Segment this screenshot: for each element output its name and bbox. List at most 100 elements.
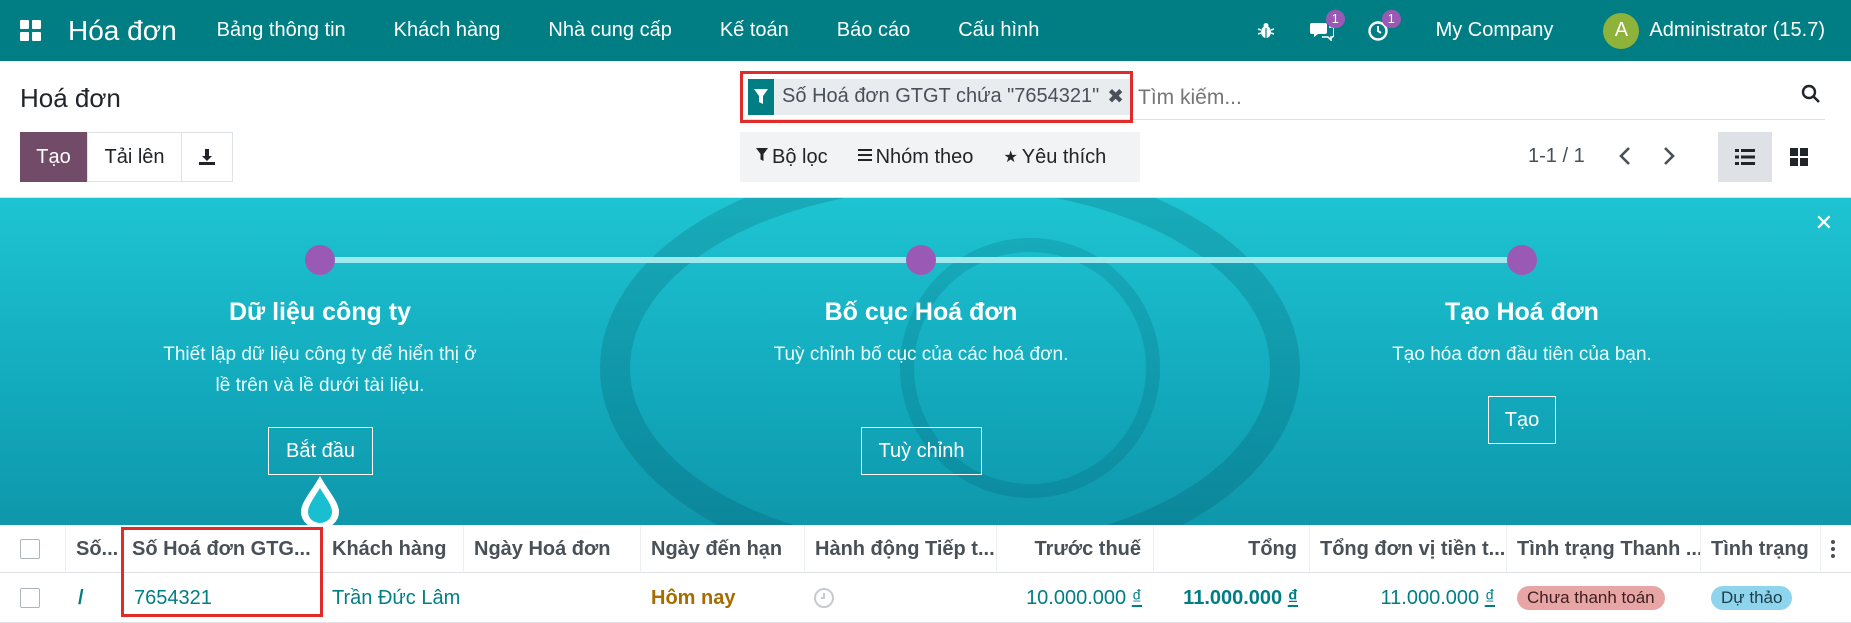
- column-untaxed[interactable]: Trước thuế: [997, 525, 1154, 573]
- search-icon[interactable]: [1801, 84, 1821, 109]
- cell-invoice-date[interactable]: [464, 573, 641, 623]
- column-number[interactable]: Số...: [66, 525, 122, 573]
- filters-label: Bộ lọc: [772, 145, 828, 168]
- column-total[interactable]: Tổng: [1154, 525, 1310, 573]
- step-1-dot: [305, 245, 335, 275]
- row-select: [0, 573, 66, 623]
- favorites-dropdown[interactable]: ★ Yêu thích: [1003, 146, 1106, 169]
- column-payment-status[interactable]: Tình trạng Thanh ...: [1507, 525, 1701, 573]
- currency-symbol: ₫: [1131, 586, 1142, 609]
- row-checkbox[interactable]: [20, 588, 40, 608]
- user-avatar[interactable]: A: [1603, 12, 1640, 49]
- onboarding-step-company: Dữ liệu công ty Thiết lập dữ liệu công t…: [155, 298, 485, 401]
- control-panel: Hoá đơn Tạo Tải lên Số Hoá đơn GTGT chứa…: [0, 61, 1851, 198]
- messages-icon[interactable]: 1: [1294, 0, 1350, 61]
- menu-dashboard[interactable]: Bảng thông tin: [217, 19, 346, 42]
- customize-button[interactable]: Tuỳ chỉnh: [861, 427, 982, 475]
- step-description: Thiết lập dữ liệu công ty để hiển thị ở …: [163, 344, 477, 396]
- cell-due-date[interactable]: Hôm nay: [641, 573, 805, 623]
- step-3-dot: [1507, 245, 1537, 275]
- step-description: Tạo hóa đơn đầu tiên của bạn.: [1392, 344, 1652, 365]
- step-title[interactable]: Tạo Hoá đơn: [1357, 298, 1687, 327]
- currency-symbol: ₫: [1484, 586, 1495, 609]
- menu-customers[interactable]: Khách hàng: [394, 19, 501, 42]
- favorites-label: Yêu thích: [1021, 145, 1107, 168]
- cell-number[interactable]: /: [66, 573, 122, 623]
- cell-total-currency[interactable]: 11.000.000 ₫: [1310, 573, 1507, 623]
- step-title[interactable]: Dữ liệu công ty: [155, 298, 485, 327]
- kanban-view-button[interactable]: [1772, 132, 1826, 182]
- column-next-activity[interactable]: Hành động Tiếp t...: [805, 525, 997, 573]
- cell-status[interactable]: Dự thảo: [1701, 573, 1821, 623]
- debug-bug-icon[interactable]: [1238, 0, 1294, 61]
- cell-customer[interactable]: Trần Đức Lâm: [322, 573, 464, 623]
- facet-remove-icon[interactable]: ✖: [1107, 84, 1124, 109]
- page-title: Hoá đơn: [20, 83, 121, 113]
- filter-icon: [756, 147, 768, 167]
- list-view-icon: [1735, 149, 1755, 165]
- column-due-date[interactable]: Ngày đến hạn: [641, 525, 805, 573]
- optional-columns-icon[interactable]: [1821, 525, 1851, 573]
- pager-previous-icon[interactable]: [1610, 141, 1640, 171]
- total-amount: 11.000.000: [1183, 586, 1283, 609]
- water-drop-icon: [301, 476, 339, 525]
- cell-total[interactable]: 11.000.000 ₫: [1154, 573, 1310, 623]
- create-invoice-button[interactable]: Tạo: [1488, 396, 1556, 444]
- search-bar: Số Hoá đơn GTGT chứa "7654321" ✖: [740, 70, 1825, 123]
- onboarding-banner: ✕ Dữ liệu công ty Thiết lập dữ liệu công…: [0, 198, 1851, 525]
- untaxed-amount: 10.000.000: [1026, 586, 1127, 609]
- select-all-column: [0, 525, 66, 573]
- search-facet: Số Hoá đơn GTGT chứa "7654321" ✖: [774, 78, 1130, 115]
- menu-vendors[interactable]: Nhà cung cấp: [548, 19, 671, 42]
- filter-facet-icon: [748, 78, 775, 115]
- list-view-button[interactable]: [1718, 132, 1772, 182]
- download-button[interactable]: [181, 132, 233, 182]
- step-2-dot: [906, 245, 936, 275]
- activities-clock-icon[interactable]: 1: [1350, 0, 1406, 61]
- menu-configuration[interactable]: Cấu hình: [958, 19, 1039, 42]
- search-facet-highlight: Số Hoá đơn GTGT chứa "7654321" ✖: [740, 70, 1133, 123]
- activities-badge: 1: [1381, 10, 1401, 28]
- cell-untaxed[interactable]: 10.000.000 ₫: [997, 573, 1154, 623]
- filters-dropdown[interactable]: Bộ lọc: [756, 146, 828, 169]
- banner-close-icon[interactable]: ✕: [1815, 210, 1833, 236]
- vat-number-highlight: [121, 527, 323, 617]
- menu-reports[interactable]: Báo cáo: [837, 19, 910, 42]
- upload-button[interactable]: Tải lên: [87, 132, 182, 182]
- status-badge: Dự thảo: [1711, 586, 1793, 610]
- user-menu[interactable]: Administrator (15.7): [1649, 19, 1825, 42]
- kanban-view-icon: [1790, 148, 1808, 166]
- column-status[interactable]: Tình trạng: [1701, 525, 1821, 573]
- cell-payment-status[interactable]: Chưa thanh toán: [1507, 573, 1701, 623]
- currency-symbol: ₫: [1287, 586, 1298, 609]
- messages-badge: 1: [1325, 10, 1345, 28]
- onboarding-step-create: Tạo Hoá đơn Tạo hóa đơn đầu tiên của bạn…: [1357, 298, 1687, 370]
- groupby-dropdown[interactable]: Nhóm theo: [857, 145, 974, 169]
- total-currency-amount: 11.000.000: [1380, 586, 1480, 609]
- onboarding-step-layout: Bố cục Hoá đơn Tuỳ chỉnh bố cục của các …: [756, 298, 1086, 370]
- apps-menu-icon[interactable]: [0, 0, 62, 61]
- pager-value[interactable]: 1-1 / 1: [1528, 145, 1585, 168]
- column-total-currency[interactable]: Tổng đơn vị tiền t...: [1310, 525, 1507, 573]
- groupby-label: Nhóm theo: [875, 145, 974, 168]
- company-switcher[interactable]: My Company: [1436, 19, 1554, 42]
- menu-accounting[interactable]: Kế toán: [720, 19, 789, 42]
- top-navbar: Hóa đơn Bảng thông tin Khách hàng Nhà cu…: [0, 0, 1851, 61]
- create-button[interactable]: Tạo: [20, 132, 87, 182]
- column-customer[interactable]: Khách hàng: [322, 525, 464, 573]
- star-icon: ★: [1003, 149, 1018, 166]
- pager-next-icon[interactable]: [1654, 141, 1684, 171]
- select-all-checkbox[interactable]: [20, 539, 40, 559]
- groupby-bars-icon: [857, 148, 872, 166]
- search-options: Bộ lọc Nhóm theo ★ Yêu thích: [740, 132, 1140, 182]
- cell-next-activity[interactable]: [805, 573, 997, 623]
- step-description: Tuỳ chỉnh bố cục của các hoá đơn.: [773, 344, 1069, 365]
- search-input[interactable]: [1138, 85, 1738, 110]
- start-button[interactable]: Bắt đầu: [268, 427, 373, 475]
- app-name[interactable]: Hóa đơn: [68, 15, 177, 47]
- download-icon: [199, 149, 215, 165]
- step-title[interactable]: Bố cục Hoá đơn: [756, 298, 1086, 327]
- column-invoice-date[interactable]: Ngày Hoá đơn: [464, 525, 641, 573]
- payment-status-badge: Chưa thanh toán: [1517, 586, 1665, 610]
- activity-clock-icon[interactable]: [813, 587, 835, 609]
